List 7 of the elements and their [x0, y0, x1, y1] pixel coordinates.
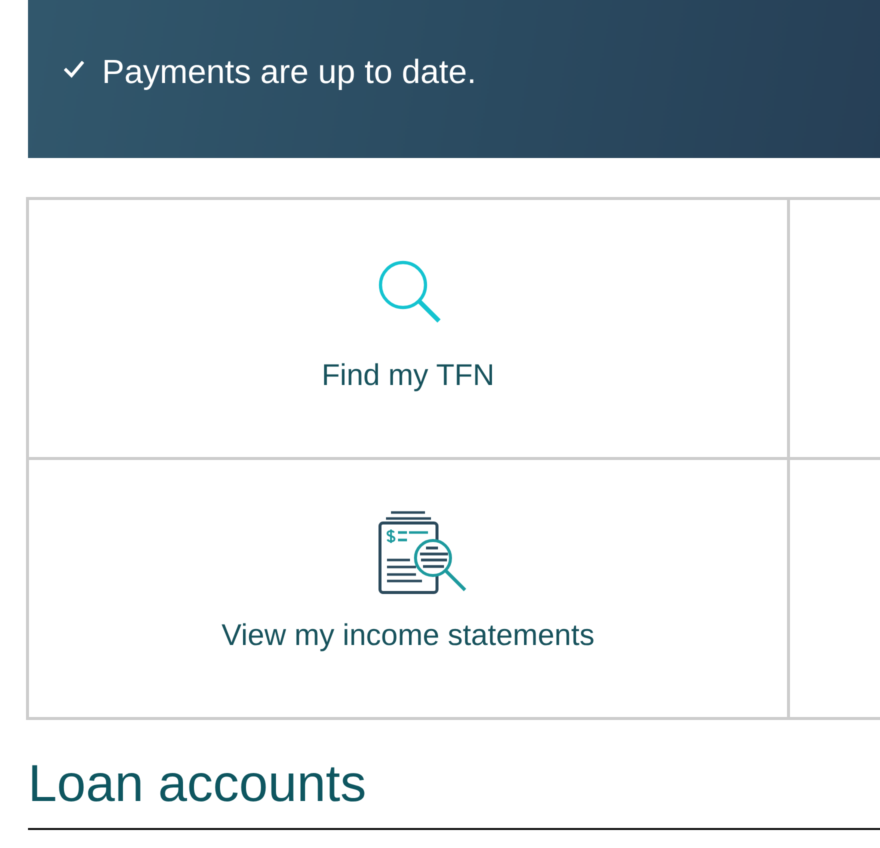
banner-message: Payments are up to date.: [102, 53, 476, 93]
section-heading: Loan accounts: [28, 754, 366, 814]
shortcut-tile[interactable]: Find my TFN: [29, 200, 790, 460]
shortcut-tile[interactable]: View my income statements: [29, 460, 790, 720]
search-icon: [378, 260, 442, 324]
document-magnifier-icon: [378, 510, 468, 594]
check-icon: [64, 61, 84, 78]
